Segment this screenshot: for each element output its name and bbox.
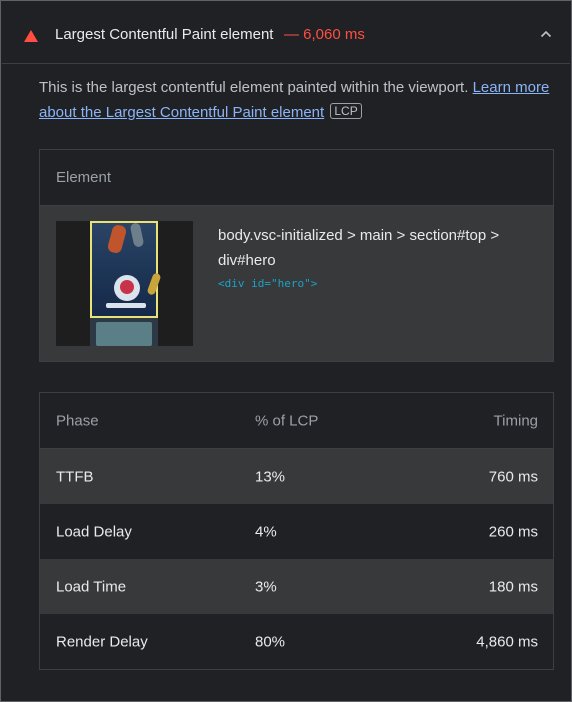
audit-value: — 6,060 ms xyxy=(284,26,365,43)
logo-image xyxy=(114,275,140,301)
phase-pct: 13% xyxy=(255,468,286,485)
fail-triangle-icon xyxy=(24,30,38,42)
audit-description: This is the largest contentful element p… xyxy=(39,75,554,125)
element-screenshot-thumbnail[interactable] xyxy=(56,221,193,346)
element-row: body.vsc-initialized > main > section#to… xyxy=(40,206,553,361)
table-row: Render Delay 80% 4,860 ms xyxy=(40,614,553,669)
phase-timing: 260 ms xyxy=(488,523,538,540)
phase-pct: 80% xyxy=(255,633,286,650)
lcp-phase-table: Phase % of LCP Timing TTFB 13% 760 ms Lo… xyxy=(39,392,554,670)
audit-title: Largest Contentful Paint element xyxy=(55,26,274,43)
table-row: Load Time 3% 180 ms xyxy=(40,559,553,614)
lcp-tag: LCP xyxy=(330,103,362,119)
hero-preview xyxy=(90,221,162,318)
table-row: Load Delay 4% 260 ms xyxy=(40,504,553,559)
phase-name: Load Delay xyxy=(56,523,132,540)
phase-timing: 180 ms xyxy=(488,578,538,595)
audit-panel: Largest Contentful Paint element — 6,060… xyxy=(0,0,572,702)
element-table: Element body.vsc-initialized > main > se… xyxy=(39,149,554,362)
column-header-timing: Timing xyxy=(493,412,538,429)
phase-timing: 760 ms xyxy=(488,468,538,485)
element-snippet[interactable]: <div id="hero"> xyxy=(218,277,317,290)
description-text: This is the largest contentful element p… xyxy=(39,79,473,96)
phase-table-header: Phase % of LCP Timing xyxy=(40,393,553,449)
table-row: TTFB 13% 760 ms xyxy=(40,449,553,504)
phase-name: Load Time xyxy=(56,578,127,595)
phase-name: TTFB xyxy=(56,468,94,485)
column-header-pct: % of LCP xyxy=(255,412,319,429)
phase-name: Render Delay xyxy=(56,633,148,650)
element-selector: body.vsc-initialized > main > section#to… xyxy=(218,227,500,269)
chevron-up-icon[interactable] xyxy=(540,28,552,40)
phase-timing: 4,860 ms xyxy=(476,633,538,650)
phase-pct: 4% xyxy=(255,523,277,540)
audit-header[interactable]: Largest Contentful Paint element — 6,060… xyxy=(2,2,570,64)
phase-pct: 3% xyxy=(255,578,277,595)
column-header-phase: Phase xyxy=(56,412,99,429)
element-table-header: Element xyxy=(40,150,553,206)
